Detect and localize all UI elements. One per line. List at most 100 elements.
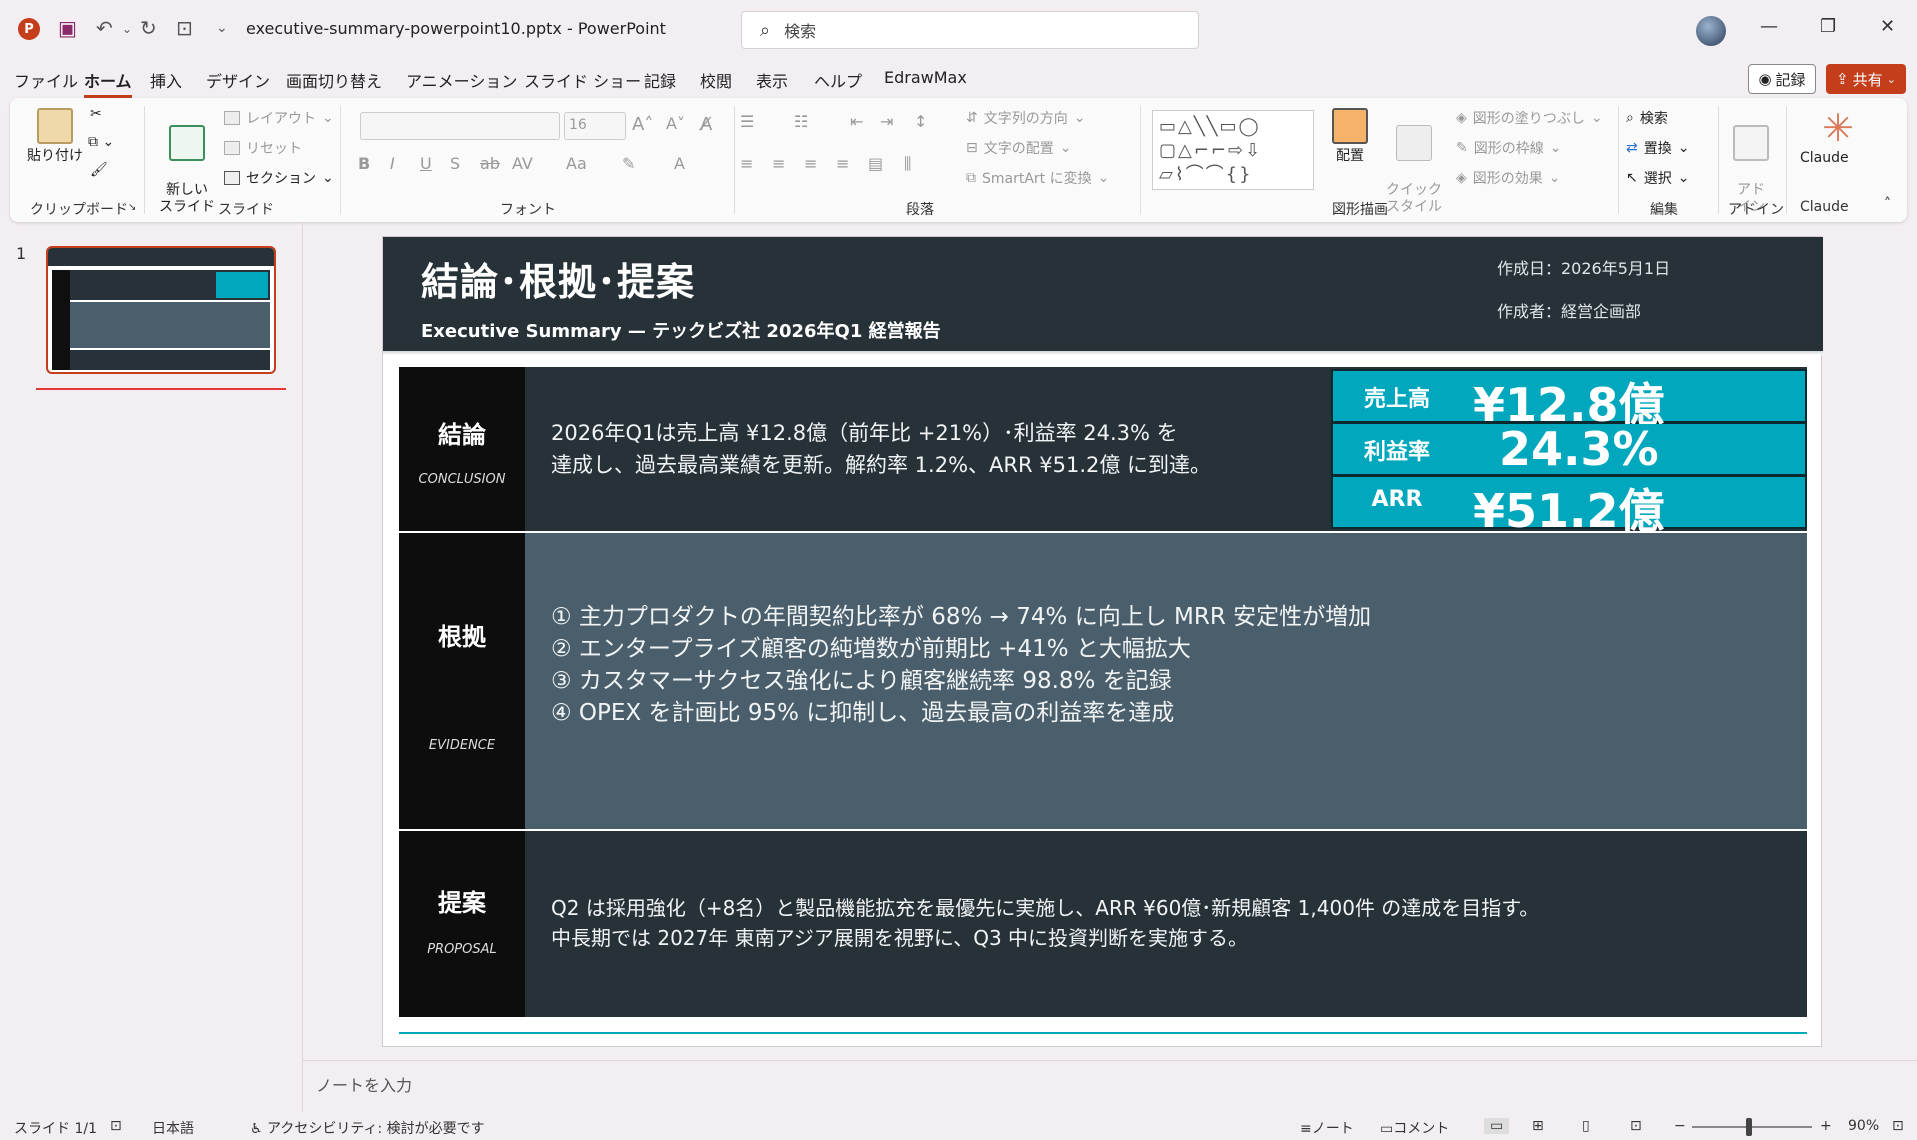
bullets-icon[interactable]: ☰ <box>740 112 754 131</box>
customize-qat-icon[interactable]: ⌄ <box>216 20 228 36</box>
tab-insert[interactable]: 挿入 <box>150 68 182 92</box>
slide-title[interactable]: 結論･根拠･提案 <box>421 251 695 306</box>
find-button[interactable]: ⌕ 検索 <box>1626 108 1668 128</box>
shape-fill-button[interactable]: ◈ 図形の塗りつぶし ⌄ <box>1456 108 1603 128</box>
slide-canvas[interactable]: 結論･根拠･提案 Executive Summary — テックビズ社 2026… <box>382 236 1823 1047</box>
accessibility-status[interactable]: ♿ アクセシビリティ: 検討が必要です <box>250 1118 485 1138</box>
restore-button[interactable]: ❐ <box>1820 16 1836 37</box>
dialog-launcher-icon[interactable]: ↘ <box>128 202 136 213</box>
created-date[interactable]: 作成日：2026年5月1日 <box>1497 255 1670 279</box>
align-text-button[interactable]: ⊟ 文字の配置 ⌄ <box>966 138 1071 158</box>
reading-view-icon[interactable]: ▯ <box>1582 1118 1590 1134</box>
tab-view[interactable]: 表示 <box>756 68 788 92</box>
align-left-icon[interactable]: ≡ <box>740 154 753 173</box>
notes-input[interactable]: ノートを入力 <box>316 1072 412 1096</box>
strikethrough-icon[interactable]: ab <box>480 154 500 173</box>
reset-button[interactable]: リセット <box>224 138 302 158</box>
justify-icon[interactable]: ≡ <box>836 154 849 173</box>
zoom-slider-handle[interactable] <box>1746 1118 1752 1136</box>
select-button[interactable]: ↖ 選択 ⌄ <box>1626 168 1689 188</box>
claude-icon[interactable]: ✳ <box>1818 108 1858 148</box>
clear-format-icon[interactable]: A̸ <box>700 114 712 135</box>
undo-icon[interactable]: ↶ <box>96 16 113 40</box>
zoom-out-button[interactable]: − <box>1674 1118 1686 1134</box>
kpi-panel[interactable]: 売上高 ¥12.8億 利益率 24.3% ARR ¥51.2億 <box>1331 369 1807 538</box>
font-name-input[interactable] <box>360 112 560 140</box>
tab-transitions[interactable]: 画面切り替え <box>286 68 382 92</box>
notes-button[interactable]: ≡ノート <box>1300 1118 1354 1138</box>
record-button[interactable]: ◉ 記録 <box>1748 64 1816 94</box>
decrease-indent-icon[interactable]: ⇤ <box>850 112 863 131</box>
minimize-button[interactable]: — <box>1760 16 1778 37</box>
font-size-input[interactable]: 16 <box>564 112 626 140</box>
tab-record[interactable]: 記録 <box>644 68 676 92</box>
tab-file[interactable]: ファイル <box>14 68 78 92</box>
collapse-ribbon-icon[interactable]: ˄ <box>1884 196 1891 212</box>
numbering-icon[interactable]: ☷ <box>794 112 808 131</box>
thumbnail-header <box>48 248 274 266</box>
distributed-icon[interactable]: ▤ <box>868 154 883 173</box>
quick-style-button[interactable]: クイック スタイル <box>1382 108 1446 216</box>
present-icon[interactable]: ⊡ <box>176 16 193 40</box>
smartart-button[interactable]: ⧉ SmartArt に変換 ⌄ <box>966 168 1109 188</box>
align-center-icon[interactable]: ≡ <box>772 154 785 173</box>
avatar[interactable] <box>1696 16 1726 46</box>
slide-subtitle[interactable]: Executive Summary — テックビズ社 2026年Q1 経営報告 <box>421 317 941 343</box>
line-spacing-icon[interactable]: ↕ <box>914 112 927 131</box>
slideshow-icon[interactable]: ⊡ <box>1630 1118 1642 1134</box>
highlight-icon[interactable]: ✎ <box>622 154 635 173</box>
tab-slideshow[interactable]: スライド ショー <box>524 68 641 92</box>
zoom-in-button[interactable]: + <box>1820 1118 1832 1134</box>
search-input[interactable]: ⌕ 検索 <box>741 11 1199 49</box>
paste-button[interactable]: 貼り付け <box>24 108 86 165</box>
fit-to-window-icon[interactable]: ⊡ <box>1892 1118 1904 1134</box>
cut-icon[interactable]: ✂ <box>90 106 102 122</box>
underline-icon[interactable]: U <box>420 154 432 173</box>
proposal-body[interactable]: Q2 は採用強化（+8名）と製品機能拡充を最優先に実施し、ARR ¥60億･新規… <box>525 831 1807 1017</box>
new-slide-button[interactable]: 新しい スライド <box>154 108 220 216</box>
bold-icon[interactable]: B <box>358 154 370 173</box>
format-painter-icon[interactable]: 🖌 <box>90 162 108 178</box>
normal-view-icon[interactable]: ▭ <box>1484 1118 1510 1134</box>
arrange-button[interactable]: 配置 <box>1326 108 1374 165</box>
tab-animations[interactable]: アニメーション <box>406 68 517 92</box>
slide-thumbnail[interactable] <box>46 246 276 374</box>
tab-review[interactable]: 校閲 <box>700 68 732 92</box>
redo-icon[interactable]: ↻ <box>140 16 157 40</box>
text-direction-button[interactable]: ⇵ 文字列の方向 ⌄ <box>966 108 1085 128</box>
zoom-level[interactable]: 90% <box>1848 1118 1879 1134</box>
claude-button[interactable]: Claude <box>1800 150 1849 166</box>
change-case-icon[interactable]: Aa <box>566 154 587 173</box>
undo-dropdown-icon[interactable]: ⌄ <box>122 22 132 36</box>
increase-indent-icon[interactable]: ⇥ <box>880 112 893 131</box>
copy-icon[interactable]: ⧉ ⌄ <box>88 134 114 150</box>
spellcheck-icon[interactable]: ⊡ <box>110 1118 122 1134</box>
increase-font-icon[interactable]: A˄ <box>632 114 653 135</box>
evidence-body[interactable]: ① 主力プロダクトの年間契約比率が 68% → 74% に向上し MRR 安定性… <box>525 533 1807 829</box>
tab-edrawmax[interactable]: EdrawMax <box>884 68 967 87</box>
tab-help[interactable]: ヘルプ <box>814 68 862 92</box>
shape-outline-button[interactable]: ✎ 図形の枠線 ⌄ <box>1456 138 1561 158</box>
tab-home[interactable]: ホーム <box>84 68 132 98</box>
save-icon[interactable]: ▣ <box>58 16 77 40</box>
author[interactable]: 作成者：経営企画部 <box>1497 298 1641 322</box>
shadow-icon[interactable]: S <box>450 154 460 173</box>
slide-sorter-icon[interactable]: ⊞ <box>1532 1118 1544 1134</box>
char-spacing-icon[interactable]: AV <box>512 154 533 173</box>
zoom-slider[interactable] <box>1692 1126 1812 1128</box>
replace-button[interactable]: ⇄ 置換 ⌄ <box>1626 138 1689 158</box>
comments-button[interactable]: ▭コメント <box>1380 1118 1449 1138</box>
align-right-icon[interactable]: ≡ <box>804 154 817 173</box>
shape-effects-button[interactable]: ◈ 図形の効果 ⌄ <box>1456 168 1561 188</box>
share-button[interactable]: ⇪ 共有 ⌄ <box>1826 64 1906 94</box>
decrease-font-icon[interactable]: A˅ <box>666 114 685 133</box>
language[interactable]: 日本語 <box>152 1118 194 1138</box>
layout-button[interactable]: レイアウト ⌄ <box>224 108 334 128</box>
columns-icon[interactable]: ⫼ <box>904 154 911 174</box>
tab-design[interactable]: デザイン <box>206 68 270 92</box>
shapes-gallery[interactable]: ▭△╲╲▭◯ ▢△⌐⌐⇨⇩ ▱⌇⌒⌒{} <box>1152 110 1314 190</box>
section-button[interactable]: セクション ⌄ <box>224 168 334 188</box>
close-button[interactable]: ✕ <box>1880 16 1895 37</box>
font-color-icon[interactable]: A <box>674 154 685 173</box>
italic-icon[interactable]: I <box>390 154 395 173</box>
